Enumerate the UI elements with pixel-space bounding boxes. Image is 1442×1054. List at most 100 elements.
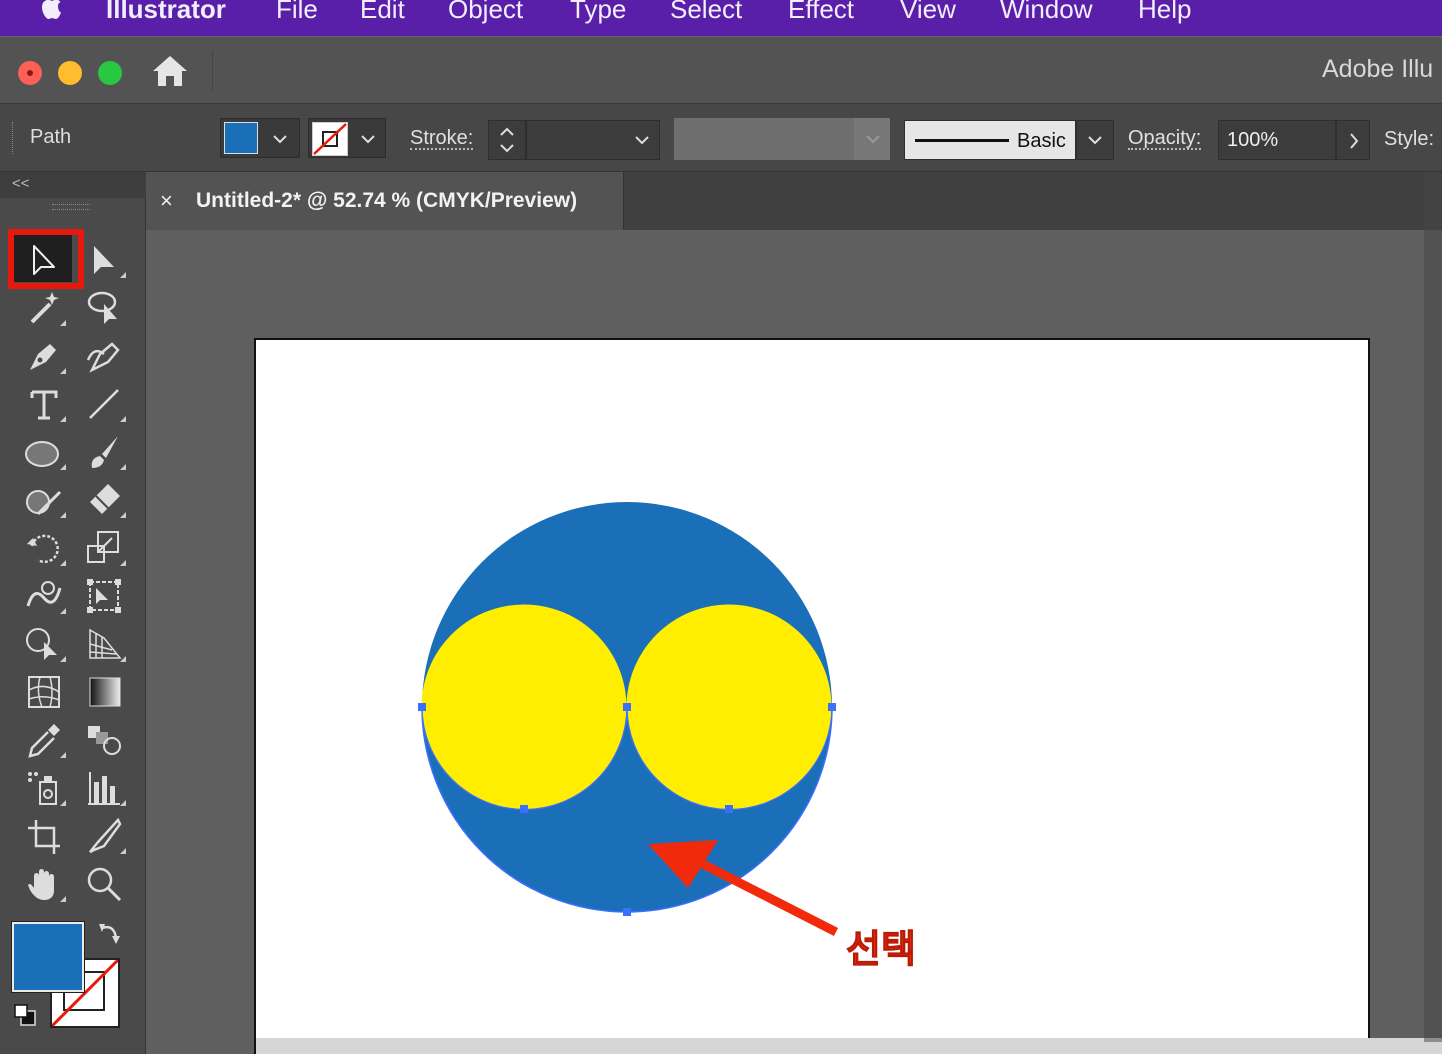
menu-edit[interactable]: Edit (360, 0, 405, 24)
eraser-tool[interactable] (76, 476, 132, 522)
gradient-icon (89, 677, 121, 707)
gradient-tool[interactable] (76, 668, 132, 714)
menu-select[interactable]: Select (670, 0, 742, 24)
swap-fill-stroke-icon[interactable] (96, 920, 130, 948)
chevron-down-icon (866, 135, 880, 144)
anchor-point[interactable] (623, 908, 631, 916)
opacity-label[interactable]: Opacity: (1128, 128, 1202, 150)
hand-tool[interactable] (16, 860, 72, 906)
style-label[interactable]: Style: (1384, 128, 1434, 151)
zoom-window-button[interactable] (98, 61, 122, 85)
free-transform-tool[interactable] (76, 572, 132, 618)
control-bar-grip[interactable] (12, 122, 15, 154)
anchor-point[interactable] (520, 805, 528, 813)
anchor-point[interactable] (418, 703, 426, 711)
opacity-flyout[interactable] (1336, 120, 1370, 160)
document-tab-title: Untitled-2* @ 52.74 % (CMYK/Preview) (196, 189, 578, 212)
artboard-icon (28, 820, 60, 854)
slice-tool[interactable] (76, 812, 132, 858)
left-yellow-circle[interactable] (421, 604, 627, 810)
type-tool[interactable] (16, 380, 72, 426)
menu-object[interactable]: Object (448, 0, 523, 24)
close-window-button[interactable] (18, 61, 42, 85)
opacity-field[interactable]: 100% (1218, 120, 1336, 160)
control-bar: Path Stroke: Basic Opacity: 100% Style: (0, 104, 1442, 172)
selection-tool[interactable] (16, 236, 72, 282)
anchor-point[interactable] (828, 703, 836, 711)
right-panel-edge (1424, 172, 1442, 1042)
none-stroke-swatch-icon[interactable] (312, 122, 348, 156)
scale-icon (87, 531, 119, 563)
menu-type[interactable]: Type (570, 0, 626, 24)
magic-wand-icon (30, 292, 59, 324)
fill-color-control[interactable] (220, 118, 300, 158)
stroke-label[interactable]: Stroke: (410, 128, 474, 150)
document-tab[interactable]: × Untitled-2* @ 52.74 % (CMYK/Preview) (146, 172, 624, 230)
perspective-grid-tool[interactable] (76, 620, 132, 666)
menu-app-illustrator[interactable]: Illustrator (106, 0, 226, 24)
eyedropper-tool[interactable] (16, 716, 72, 762)
line-segment-tool[interactable] (76, 380, 132, 426)
menu-window[interactable]: Window (1000, 0, 1092, 24)
curvature-pen-icon (86, 342, 120, 373)
default-fill-stroke-icon[interactable] (12, 1002, 38, 1028)
hand-icon (28, 869, 54, 900)
right-yellow-circle[interactable] (626, 604, 832, 810)
collapse-panel-button[interactable]: << (12, 175, 30, 192)
artboard-tool[interactable] (16, 812, 72, 858)
menu-help[interactable]: Help (1138, 0, 1191, 24)
paintbrush-icon (91, 436, 118, 468)
scale-tool[interactable] (76, 524, 132, 570)
anchor-point[interactable] (623, 703, 631, 711)
canvas-area[interactable]: 선택 (146, 230, 1442, 1054)
brush-dropdown[interactable] (1076, 120, 1114, 160)
shaper-tool[interactable] (16, 476, 72, 522)
ellipse-tool[interactable] (16, 428, 72, 474)
shape-builder-tool[interactable] (16, 620, 72, 666)
stroke-weight-field[interactable] (526, 120, 660, 160)
selection-arrow-icon (33, 245, 55, 275)
menu-effect[interactable]: Effect (788, 0, 854, 24)
magic-wand-tool[interactable] (16, 284, 72, 330)
blend-tool[interactable] (76, 716, 132, 762)
paintbrush-tool[interactable] (76, 428, 132, 474)
warp-tool[interactable] (16, 572, 72, 618)
ellipse-icon (25, 441, 59, 467)
tools-panel-grip[interactable] (52, 204, 90, 210)
line-segment-icon (89, 389, 119, 419)
menu-view[interactable]: View (900, 0, 956, 24)
artwork-layer (418, 502, 839, 937)
stepper-arrows-icon[interactable] (489, 121, 525, 159)
home-icon[interactable] (150, 53, 190, 89)
zoom-tool[interactable] (76, 860, 132, 906)
menu-file[interactable]: File (276, 0, 318, 24)
brush-definition-field[interactable]: Basic (904, 120, 1076, 160)
close-tab-icon[interactable]: × (160, 188, 173, 214)
eyedropper-icon (28, 724, 60, 758)
stroke-weight-stepper[interactable] (488, 120, 526, 160)
pen-tool[interactable] (16, 332, 72, 378)
mesh-tool[interactable] (16, 668, 72, 714)
column-graph-tool[interactable] (76, 764, 132, 810)
stroke-color-control[interactable] (308, 118, 386, 158)
minimize-window-button[interactable] (58, 61, 82, 85)
fill-color-swatch[interactable] (11, 921, 85, 993)
anchor-point[interactable] (725, 805, 733, 813)
lasso-tool[interactable] (76, 284, 132, 330)
chevron-down-icon[interactable] (1080, 120, 1110, 160)
chevron-down-icon[interactable] (265, 119, 295, 159)
blend-icon (88, 726, 121, 755)
brush-stroke-preview (915, 139, 1009, 142)
lasso-icon (87, 291, 117, 324)
curvature-tool[interactable] (76, 332, 132, 378)
chevron-down-icon[interactable] (353, 119, 383, 159)
chevron-right-icon[interactable] (1341, 125, 1367, 157)
symbol-sprayer-tool[interactable] (16, 764, 72, 810)
variable-width-profile[interactable] (674, 118, 890, 160)
chevron-down-icon[interactable] (627, 120, 657, 160)
direct-selection-tool[interactable] (76, 236, 132, 282)
apple-icon[interactable] (38, 0, 68, 22)
rotate-tool[interactable] (16, 524, 72, 570)
fill-swatch[interactable] (224, 122, 258, 154)
shaper-icon (26, 490, 62, 516)
